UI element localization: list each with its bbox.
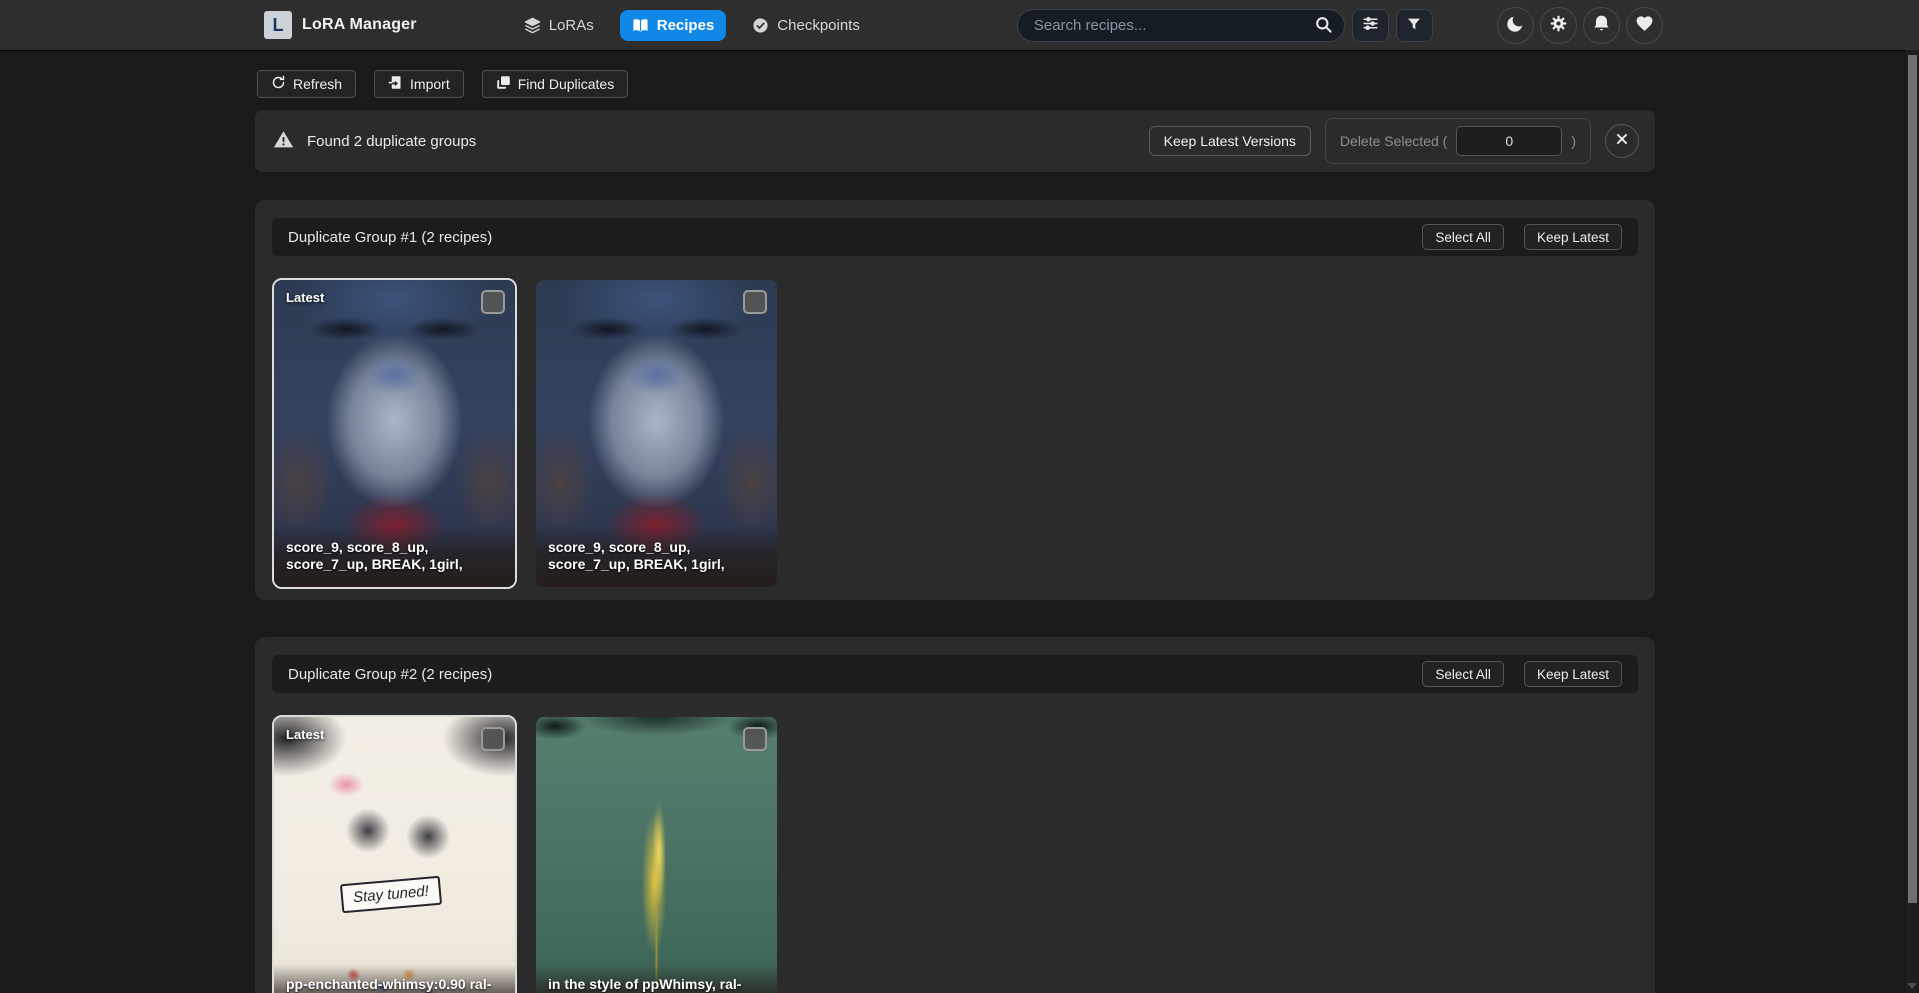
- alert-message: Found 2 duplicate groups: [273, 129, 476, 154]
- keep-latest-versions-button[interactable]: Keep Latest Versions: [1149, 126, 1311, 156]
- group-actions: Select All Keep Latest: [1422, 224, 1622, 250]
- group-title: Duplicate Group #2 (2 recipes): [288, 666, 492, 683]
- heart-icon: [1635, 14, 1654, 36]
- search-bar: [1017, 9, 1345, 42]
- recipe-image: Stay tuned!: [274, 717, 515, 993]
- sliders-icon: [1362, 15, 1379, 35]
- tab-label: LoRAs: [549, 17, 594, 34]
- select-all-button[interactable]: Select All: [1422, 224, 1504, 250]
- theme-toggle-button[interactable]: [1497, 7, 1534, 44]
- tab-label: Recipes: [657, 17, 715, 34]
- warning-icon: [273, 129, 294, 154]
- keep-latest-button[interactable]: Keep Latest: [1524, 661, 1622, 687]
- notifications-button[interactable]: [1583, 7, 1620, 44]
- recipe-card[interactable]: score_9, score_8_up, score_7_up, BREAK, …: [534, 278, 779, 589]
- card-caption: score_9, score_8_up, score_7_up, BREAK, …: [536, 527, 777, 587]
- refresh-label: Refresh: [293, 76, 342, 92]
- search-options-button[interactable]: [1352, 9, 1389, 42]
- nav-tabs: LoRAs Recipes Checkpoints: [512, 10, 872, 41]
- recipe-image: [536, 717, 777, 993]
- recipe-card[interactable]: in the style of ppWhimsy, ral-frctlgmtry…: [534, 715, 779, 993]
- group-actions: Select All Keep Latest: [1422, 661, 1622, 687]
- check-circle-icon: [752, 17, 769, 34]
- refresh-button[interactable]: Refresh: [257, 70, 356, 98]
- scrollbar-thumb[interactable]: [1908, 55, 1917, 903]
- selected-count-input[interactable]: [1456, 126, 1562, 156]
- tab-recipes[interactable]: Recipes: [620, 10, 727, 41]
- tab-loras[interactable]: LoRAs: [512, 10, 606, 41]
- group-header: Duplicate Group #2 (2 recipes) Select Al…: [272, 655, 1638, 693]
- toolbar: Refresh Import Find Duplicates: [255, 70, 1655, 98]
- delete-selected-button[interactable]: Delete Selected ( ): [1325, 118, 1591, 164]
- card-row: Stay tuned! Latest pp-enchanted-whimsy:0…: [272, 715, 1638, 993]
- card-caption: in the style of ppWhimsy, ral-frctlgmtry…: [536, 964, 777, 993]
- app-title: LoRA Manager: [302, 16, 417, 34]
- alert-actions: Keep Latest Versions Delete Selected ( ): [1149, 118, 1639, 164]
- funnel-icon: [1406, 16, 1422, 35]
- brand: L LoRA Manager: [264, 11, 417, 39]
- search-input[interactable]: [1017, 9, 1345, 42]
- find-duplicates-button[interactable]: Find Duplicates: [482, 70, 629, 98]
- bell-icon: [1592, 14, 1611, 36]
- delete-selected-suffix: ): [1571, 133, 1576, 149]
- recipe-card[interactable]: Latest score_9, score_8_up, score_7_up, …: [272, 278, 517, 589]
- scrollbar-down-arrow[interactable]: [1907, 983, 1917, 989]
- import-button[interactable]: Import: [374, 70, 464, 98]
- refresh-icon: [271, 75, 286, 93]
- gear-icon: [1549, 14, 1568, 36]
- moon-icon: [1506, 14, 1525, 36]
- book-icon: [632, 17, 649, 34]
- duplicate-group-2: Duplicate Group #2 (2 recipes) Select Al…: [255, 637, 1655, 993]
- import-label: Import: [410, 76, 450, 92]
- card-checkbox[interactable]: [481, 290, 505, 314]
- duplicate-group-1: Duplicate Group #1 (2 recipes) Select Al…: [255, 200, 1655, 600]
- group-header: Duplicate Group #1 (2 recipes) Select Al…: [272, 218, 1638, 256]
- card-row: Latest score_9, score_8_up, score_7_up, …: [272, 278, 1638, 589]
- layers-icon: [524, 17, 541, 34]
- find-duplicates-label: Find Duplicates: [518, 76, 615, 92]
- settings-button[interactable]: [1540, 7, 1577, 44]
- latest-badge: Latest: [286, 727, 324, 742]
- keep-latest-button[interactable]: Keep Latest: [1524, 224, 1622, 250]
- navbar-actions: [1497, 7, 1663, 44]
- card-checkbox[interactable]: [743, 290, 767, 314]
- delete-selected-prefix: Delete Selected (: [1340, 133, 1447, 149]
- stay-tuned-sign: Stay tuned!: [340, 875, 442, 913]
- tab-label: Checkpoints: [777, 17, 860, 34]
- search-icon[interactable]: [1314, 15, 1333, 37]
- file-import-icon: [388, 75, 403, 93]
- filter-button[interactable]: [1396, 9, 1433, 42]
- duplicates-alert: Found 2 duplicate groups Keep Latest Ver…: [255, 110, 1655, 172]
- recipe-card[interactable]: Stay tuned! Latest pp-enchanted-whimsy:0…: [272, 715, 517, 993]
- navbar: L LoRA Manager LoRAs Recipes Checkpoi: [0, 0, 1919, 50]
- app-window: L LoRA Manager LoRAs Recipes Checkpoi: [0, 0, 1919, 993]
- alert-text: Found 2 duplicate groups: [307, 133, 476, 150]
- card-caption: score_9, score_8_up, score_7_up, BREAK, …: [274, 527, 515, 587]
- select-all-button[interactable]: Select All: [1422, 661, 1504, 687]
- clone-icon: [496, 75, 511, 93]
- group-title: Duplicate Group #1 (2 recipes): [288, 229, 492, 246]
- card-checkbox[interactable]: [481, 727, 505, 751]
- main-content: Refresh Import Find Duplicates: [255, 50, 1655, 993]
- page-scrollbar: [1906, 50, 1919, 993]
- latest-badge: Latest: [286, 290, 324, 305]
- card-caption: pp-enchanted-whimsy:0.90 ral-frctlgmtry_…: [274, 964, 515, 993]
- close-icon: [1615, 132, 1629, 151]
- app-logo: L: [264, 11, 292, 39]
- card-checkbox[interactable]: [743, 727, 767, 751]
- favorites-button[interactable]: [1626, 7, 1663, 44]
- close-alert-button[interactable]: [1605, 124, 1639, 158]
- tab-checkpoints[interactable]: Checkpoints: [740, 10, 872, 41]
